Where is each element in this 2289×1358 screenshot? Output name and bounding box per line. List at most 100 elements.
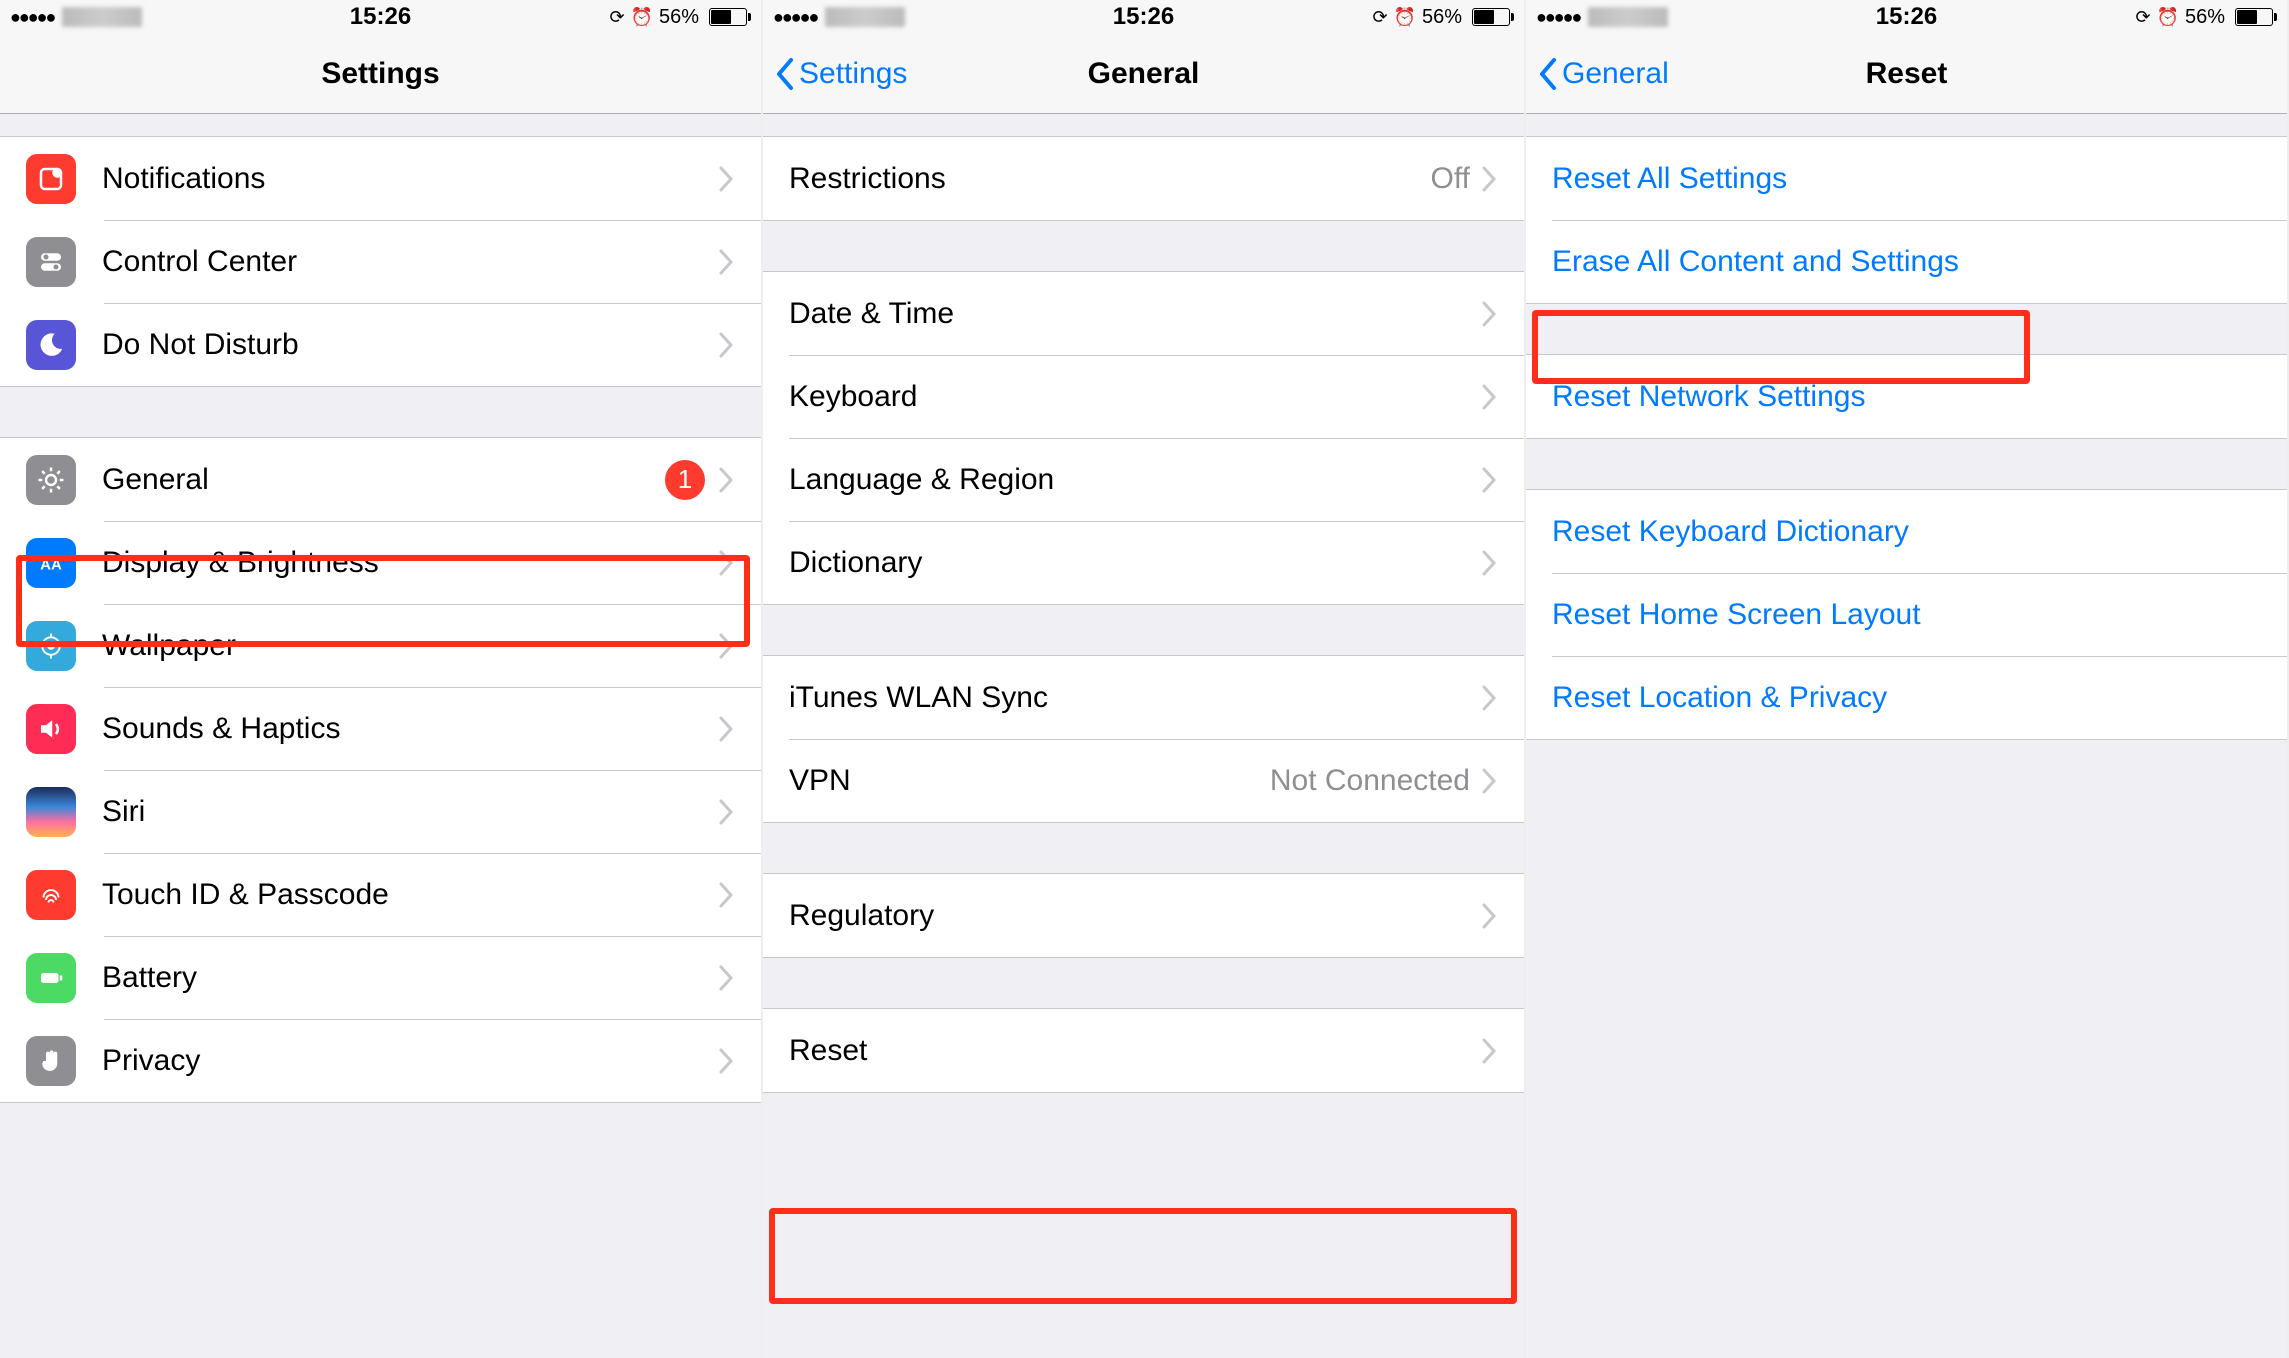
wallpaper-icon (26, 621, 76, 671)
chevron-right-icon (1482, 768, 1498, 794)
chevron-right-icon (719, 249, 735, 275)
nav-title: Settings (321, 57, 439, 91)
alarm-icon: ⏰ (631, 7, 653, 28)
row-reset-keyboard-dictionary[interactable]: Reset Keyboard Dictionary (1526, 490, 2287, 573)
row-reset-home-screen-layout[interactable]: Reset Home Screen Layout (1526, 573, 2287, 656)
row-keyboard[interactable]: Keyboard (763, 355, 1524, 438)
carrier-blur (1588, 7, 1668, 27)
battery-percent: 56% (1422, 6, 1462, 29)
back-label: Settings (799, 57, 907, 91)
nav-bar: General Reset (1526, 34, 2287, 114)
row-notifications[interactable]: Notifications (0, 137, 761, 220)
row-do-not-disturb[interactable]: Do Not Disturb (0, 303, 761, 386)
row-vpn[interactable]: VPN Not Connected (763, 739, 1524, 822)
row-control-center[interactable]: Control Center (0, 220, 761, 303)
chevron-right-icon (719, 550, 735, 576)
row-value: Not Connected (1270, 764, 1470, 798)
rotation-lock-icon: ⟳ (1372, 7, 1387, 28)
row-label: Siri (102, 795, 719, 829)
row-dictionary[interactable]: Dictionary (763, 521, 1524, 604)
row-language-region[interactable]: Language & Region (763, 438, 1524, 521)
rotation-lock-icon: ⟳ (609, 7, 624, 28)
rotation-lock-icon: ⟳ (2135, 7, 2150, 28)
row-label: Touch ID & Passcode (102, 878, 719, 912)
moon-icon (26, 320, 76, 370)
row-battery[interactable]: Battery (0, 936, 761, 1019)
row-label: Wallpaper (102, 629, 719, 663)
fingerprint-icon (26, 870, 76, 920)
row-reset-location-privacy[interactable]: Reset Location & Privacy (1526, 656, 2287, 739)
chevron-right-icon (1482, 550, 1498, 576)
row-label: Regulatory (789, 899, 1482, 933)
hand-icon (26, 1036, 76, 1086)
row-general[interactable]: General 1 (0, 438, 761, 521)
chevron-right-icon (719, 332, 735, 358)
row-label: Reset Home Screen Layout (1552, 598, 2261, 632)
chevron-right-icon (719, 965, 735, 991)
back-button[interactable]: General (1536, 56, 1669, 92)
row-label: Language & Region (789, 463, 1482, 497)
row-erase-all-content[interactable]: Erase All Content and Settings (1526, 220, 2287, 303)
nav-title: Reset (1866, 57, 1948, 91)
row-label: Restrictions (789, 162, 1431, 196)
chevron-right-icon (719, 1048, 735, 1074)
back-button[interactable]: Settings (773, 56, 907, 92)
row-restrictions[interactable]: Restrictions Off (763, 137, 1524, 220)
battery-icon-row (26, 953, 76, 1003)
row-touchid-passcode[interactable]: Touch ID & Passcode (0, 853, 761, 936)
row-reset-network-settings[interactable]: Reset Network Settings (1526, 355, 2287, 438)
signal-dots-icon: ●●●●● (773, 7, 817, 28)
highlight-reset (769, 1208, 1517, 1304)
row-display-brightness[interactable]: AA Display & Brightness (0, 521, 761, 604)
status-clock: 15:26 (1113, 3, 1174, 31)
carrier-blur (62, 7, 142, 27)
row-label: Reset All Settings (1552, 162, 2261, 196)
badge-count: 1 (665, 460, 705, 500)
row-siri[interactable]: Siri (0, 770, 761, 853)
svg-text:AA: AA (40, 556, 62, 573)
chevron-right-icon (1482, 685, 1498, 711)
nav-bar: Settings General (763, 34, 1524, 114)
chevron-right-icon (1482, 166, 1498, 192)
row-regulatory[interactable]: Regulatory (763, 874, 1524, 957)
chevron-right-icon (719, 633, 735, 659)
row-label: Reset Keyboard Dictionary (1552, 515, 2261, 549)
signal-dots-icon: ●●●●● (10, 7, 54, 28)
row-label: Reset Location & Privacy (1552, 681, 2261, 715)
row-label: Privacy (102, 1044, 719, 1078)
chevron-right-icon (719, 882, 735, 908)
row-date-time[interactable]: Date & Time (763, 272, 1524, 355)
row-label: Sounds & Haptics (102, 712, 719, 746)
notifications-icon (26, 154, 76, 204)
row-label: iTunes WLAN Sync (789, 681, 1482, 715)
row-itunes-wlan-sync[interactable]: iTunes WLAN Sync (763, 656, 1524, 739)
row-sounds-haptics[interactable]: Sounds & Haptics (0, 687, 761, 770)
status-clock: 15:26 (1876, 3, 1937, 31)
chevron-right-icon (1482, 903, 1498, 929)
status-bar: ●●●●● 15:26 ⟳ ⏰ 56% (763, 0, 1524, 34)
row-privacy[interactable]: Privacy (0, 1019, 761, 1102)
row-label: Keyboard (789, 380, 1482, 414)
row-label: Dictionary (789, 546, 1482, 580)
status-clock: 15:26 (350, 3, 411, 31)
carrier-blur (825, 7, 905, 27)
screen-general: ●●●●● 15:26 ⟳ ⏰ 56% Settings General Res… (763, 0, 1526, 1358)
row-label: Do Not Disturb (102, 328, 719, 362)
row-reset[interactable]: Reset (763, 1009, 1524, 1092)
row-wallpaper[interactable]: Wallpaper (0, 604, 761, 687)
status-bar: ●●●●● 15:26 ⟳ ⏰ 56% (1526, 0, 2287, 34)
display-icon: AA (26, 538, 76, 588)
chevron-right-icon (1482, 384, 1498, 410)
row-label: Control Center (102, 245, 719, 279)
battery-percent: 56% (659, 6, 699, 29)
chevron-right-icon (1482, 301, 1498, 327)
chevron-right-icon (1482, 467, 1498, 493)
row-reset-all-settings[interactable]: Reset All Settings (1526, 137, 2287, 220)
chevron-right-icon (1482, 1038, 1498, 1064)
row-value: Off (1431, 162, 1470, 196)
row-label: Battery (102, 961, 719, 995)
gear-icon (26, 455, 76, 505)
row-label: Reset (789, 1034, 1482, 1068)
siri-icon (26, 787, 76, 837)
row-label: Display & Brightness (102, 546, 719, 580)
